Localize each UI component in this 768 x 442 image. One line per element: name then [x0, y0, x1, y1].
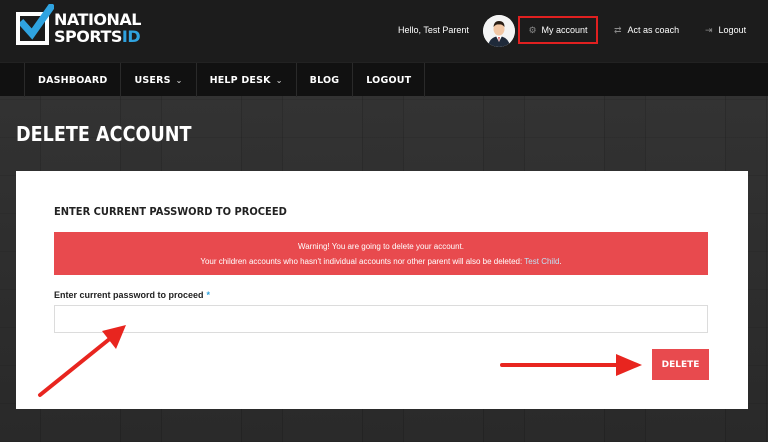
- nav-label: LOGOUT: [366, 74, 412, 86]
- top-header: NATIONAL SPORTSID Hello, Test Parent ⚙ M…: [0, 0, 768, 62]
- card-heading: ENTER CURRENT PASSWORD TO PROCEED: [54, 205, 287, 218]
- alert-line-2-text: Your children accounts who hasn't indivi…: [200, 256, 523, 266]
- nav-item-blog[interactable]: BLOG: [295, 63, 353, 97]
- nav-item-users[interactable]: USERS ⌄: [120, 63, 195, 97]
- act-as-coach-label: Act as coach: [627, 25, 680, 35]
- chevron-down-icon: ⌄: [175, 75, 183, 85]
- delete-button[interactable]: DELETE: [652, 349, 709, 380]
- logo-text-national: NATIONAL: [54, 10, 141, 29]
- alert-line-1: Warning! You are going to delete your ac…: [297, 241, 465, 251]
- nav-item-help-desk[interactable]: HELP DESK ⌄: [195, 63, 296, 97]
- nav-label: DASHBOARD: [38, 74, 108, 86]
- alert-line-2: Your children accounts who hasn't indivi…: [200, 257, 561, 266]
- page-title: DELETE ACCOUNT: [16, 122, 192, 146]
- my-account-link[interactable]: ⚙ My account: [518, 16, 598, 44]
- checkmark-icon: [20, 4, 54, 40]
- password-input[interactable]: [54, 305, 708, 333]
- avatar[interactable]: [483, 15, 515, 47]
- act-as-coach-link[interactable]: ⇄ Act as coach: [614, 25, 679, 36]
- warning-alert: Warning! You are going to delete your ac…: [54, 232, 708, 275]
- nav-label: BLOG: [309, 74, 340, 86]
- brand-logo[interactable]: NATIONAL SPORTSID: [16, 4, 141, 50]
- required-mark: *: [206, 290, 211, 300]
- logo-text-sportsid: SPORTSID: [54, 27, 141, 46]
- chevron-down-icon: ⌄: [275, 75, 283, 85]
- nav-item-logout[interactable]: LOGOUT: [352, 63, 426, 97]
- password-label: Enter current password to proceed *: [54, 290, 210, 300]
- my-account-label: My account: [541, 25, 588, 35]
- alert-end: .: [559, 256, 562, 266]
- swap-icon: ⇄: [614, 25, 622, 35]
- nav-item-dashboard[interactable]: DASHBOARD: [24, 63, 120, 97]
- nav-label: HELP DESK: [209, 74, 271, 86]
- user-avatar-icon: [483, 15, 515, 47]
- main-nav: DASHBOARD USERS ⌄ HELP DESK ⌄ BLOG LOGOU…: [0, 62, 768, 97]
- logout-link[interactable]: ⇥ Logout: [705, 25, 746, 36]
- logout-icon: ⇥: [705, 25, 713, 35]
- delete-account-card: ENTER CURRENT PASSWORD TO PROCEED Warnin…: [16, 171, 748, 409]
- greeting-text: Hello, Test Parent: [398, 25, 469, 35]
- password-label-text: Enter current password to proceed: [54, 290, 204, 300]
- gear-icon: ⚙: [528, 24, 537, 35]
- logout-label: Logout: [718, 25, 747, 35]
- test-child-link[interactable]: Test Child: [524, 257, 559, 266]
- logo-text-id: ID: [121, 27, 141, 46]
- nav-label: USERS: [134, 74, 171, 86]
- logo-text-sports: SPORTS: [54, 27, 122, 46]
